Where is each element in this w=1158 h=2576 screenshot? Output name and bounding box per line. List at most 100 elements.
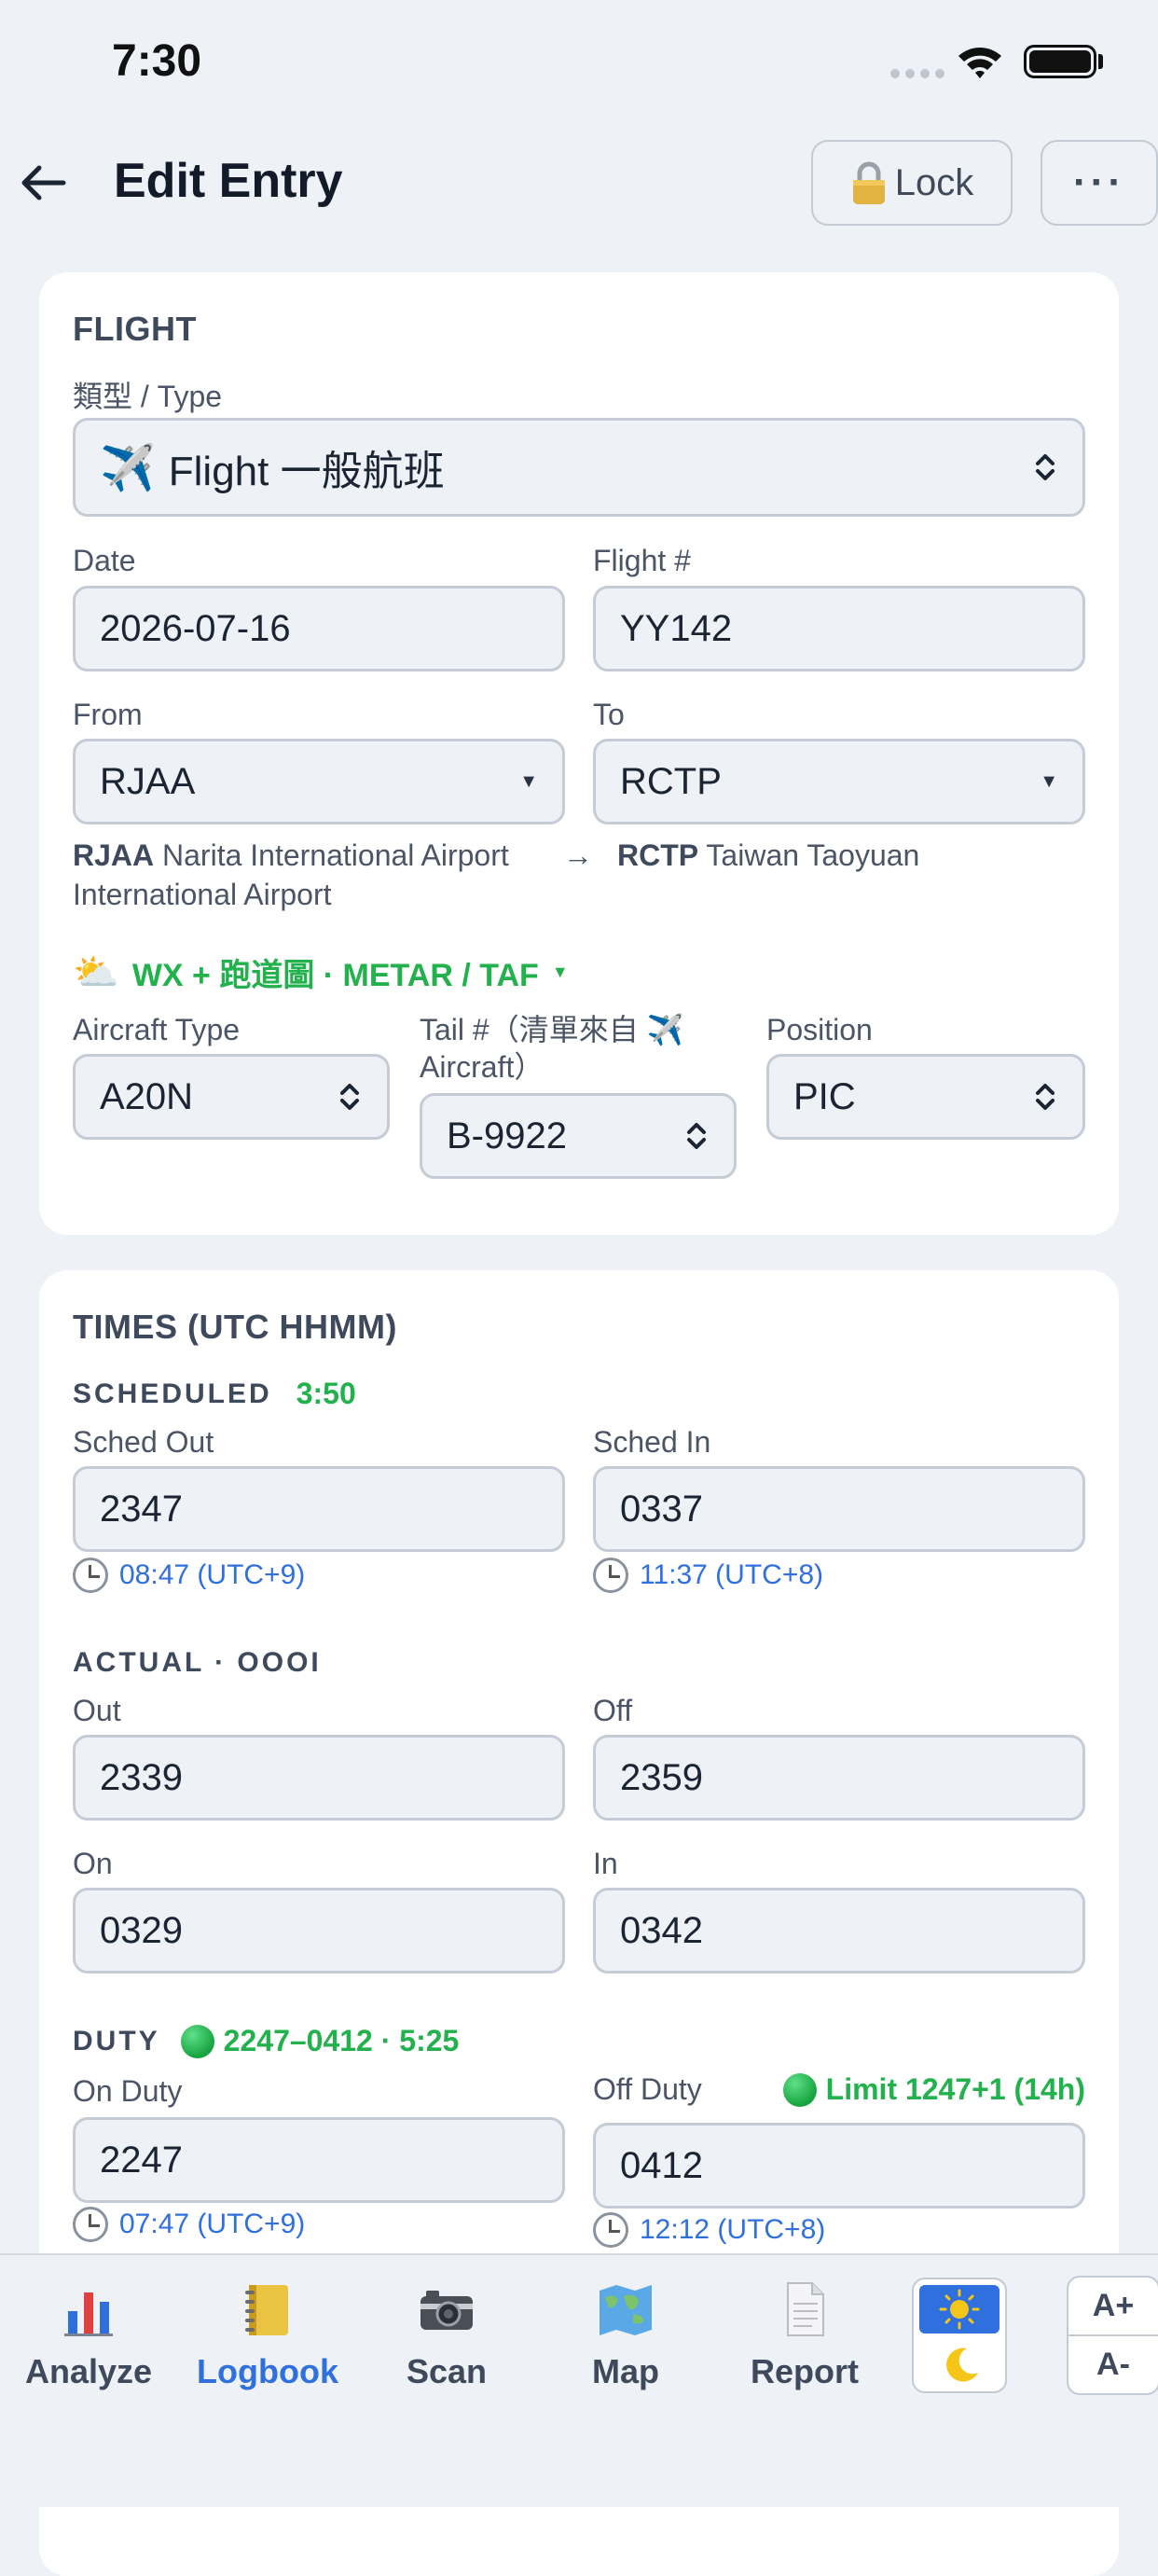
in-value: 0342 (620, 1909, 703, 1951)
ellipsis-icon: ··· (1073, 159, 1125, 205)
on-field[interactable]: 0329 (73, 1888, 565, 1974)
lock-label: Lock (894, 161, 974, 203)
on-duty-local: 07:47 (UTC+9) (73, 2207, 305, 2242)
wifi-icon (958, 48, 1001, 78)
flight-number-field[interactable]: YY142 (593, 586, 1085, 672)
font-decrease-button[interactable]: A- (1068, 2336, 1158, 2393)
tail-number-select[interactable]: B-9922 (420, 1093, 737, 1179)
back-arrow-icon[interactable] (17, 157, 69, 209)
route-to: RCTP Taiwan Taoyuan (617, 836, 919, 875)
scheduled-title: SCHEDULED (73, 1378, 272, 1409)
lock-button[interactable]: Lock (811, 140, 1013, 226)
sun-icon (919, 2285, 999, 2334)
flight-number-label: Flight # (593, 544, 691, 577)
position-select[interactable]: PIC (766, 1054, 1085, 1140)
from-select[interactable]: RJAA ▼ (73, 739, 565, 824)
tab-logbook[interactable]: Logbook (179, 2279, 356, 2391)
tail-number-value: B-9922 (447, 1115, 567, 1156)
tail-label: Tail #（清單來自 ✈️ Aircraft） (420, 1011, 683, 1086)
tab-analyze[interactable]: Analyze (0, 2279, 177, 2391)
type-select[interactable]: ✈️ Flight 一般航班 (73, 418, 1085, 517)
in-label: In (593, 1847, 618, 1880)
caret-down-icon: ▼ (1040, 770, 1058, 792)
clock-icon (593, 1558, 628, 1593)
tab-report-label: Report (751, 2352, 859, 2390)
aircraft-type-label: Aircraft Type (73, 1013, 241, 1046)
tab-analyze-label: Analyze (24, 2352, 153, 2390)
font-increase-button[interactable]: A+ (1068, 2278, 1158, 2334)
caret-down-icon: ▼ (519, 770, 538, 792)
on-duty-field[interactable]: 2247 (73, 2117, 565, 2203)
out-value: 2339 (100, 1756, 183, 1798)
duty-summary: 2247–0412 · 5:25 (223, 2024, 460, 2057)
cellular-signal-icon (890, 69, 944, 78)
on-label: On (73, 1847, 113, 1880)
in-field[interactable]: 0342 (593, 1888, 1085, 1974)
sched-out-label: Sched Out (73, 1425, 214, 1459)
position-value: PIC (793, 1075, 856, 1117)
tab-map[interactable]: Map (537, 2279, 714, 2391)
on-duty-label: On Duty (73, 2074, 183, 2108)
type-value: Flight 一般航班 (168, 449, 445, 494)
tab-report[interactable]: Report (716, 2279, 893, 2391)
document-icon (787, 2282, 824, 2336)
sched-out-local: 08:47 (UTC+9) (73, 1558, 305, 1593)
to-value: RCTP (620, 760, 722, 802)
sched-out-local-time: 08:47 (UTC+9) (119, 1559, 306, 1590)
date-value: 2026-07-16 (100, 607, 291, 649)
off-label: Off (593, 1694, 633, 1727)
sched-in-field[interactable]: 0337 (593, 1466, 1085, 1552)
flight-number-value: YY142 (620, 607, 733, 649)
scheduled-header: SCHEDULED 3:50 (73, 1377, 356, 1411)
lock-icon (852, 161, 885, 204)
theme-toggle-button[interactable] (912, 2278, 1007, 2393)
tab-map-label: Map (592, 2352, 659, 2390)
page-title: Edit Entry (114, 154, 343, 208)
tab-scan[interactable]: Scan (358, 2279, 535, 2391)
sched-in-local-time: 11:37 (UTC+8) (640, 1559, 824, 1590)
sched-in-label: Sched In (593, 1425, 711, 1459)
caret-down-icon: ▼ (551, 963, 569, 981)
sched-out-field[interactable]: 2347 (73, 1466, 565, 1552)
tail-label-line2: Aircraft） (420, 1050, 545, 1084)
flight-section-title: FLIGHT (73, 310, 197, 348)
aircraft-type-value: A20N (100, 1075, 194, 1117)
battery-cap (1098, 54, 1103, 69)
weather-cloud-sun-icon: ⛅ (73, 952, 119, 993)
clock-icon (593, 2212, 628, 2248)
updown-chevron-icon (1036, 454, 1055, 480)
route-to-name: Taiwan Taoyuan (706, 838, 920, 872)
route-arrow: → (563, 838, 593, 872)
sched-out-value: 2347 (100, 1488, 183, 1530)
sched-in-value: 0337 (620, 1488, 703, 1530)
status-time: 7:30 (112, 36, 202, 86)
route-to-name-line2: International Airport (73, 878, 332, 911)
route-from-code: RJAA (73, 838, 155, 872)
more-options-button[interactable]: ··· (1041, 140, 1158, 226)
type-label: 類型 / Type (73, 380, 223, 413)
out-field[interactable]: 2339 (73, 1735, 565, 1821)
notebook-icon (245, 2285, 288, 2335)
tab-logbook-label: Logbook (197, 2352, 338, 2390)
moon-icon (946, 2347, 978, 2382)
tail-label-line1: Tail #（清單來自 ✈️ (420, 1013, 684, 1046)
route-from: RJAA Narita International Airport (73, 836, 509, 875)
to-label: To (593, 698, 625, 731)
on-duty-value: 2247 (100, 2139, 183, 2181)
from-value: RJAA (100, 760, 196, 802)
wx-toggle[interactable]: ⛅ WX + 跑道圖 · METAR / TAF ▼ (73, 949, 569, 995)
out-label: Out (73, 1694, 121, 1727)
route-from-name: Narita International Airport (162, 838, 509, 872)
font-size-control: A+ A- (1067, 2276, 1158, 2395)
actual-title: ACTUAL · OOOI (73, 1647, 322, 1678)
date-field[interactable]: 2026-07-16 (73, 586, 565, 672)
camera-icon (420, 2291, 473, 2330)
off-duty-local-time: 12:12 (UTC+8) (640, 2214, 826, 2245)
off-value: 2359 (620, 1756, 703, 1798)
to-select[interactable]: RCTP ▼ (593, 739, 1085, 824)
aircraft-type-select[interactable]: A20N (73, 1054, 390, 1140)
battery-icon (1024, 45, 1096, 78)
off-field[interactable]: 2359 (593, 1735, 1085, 1821)
on-value: 0329 (100, 1909, 183, 1951)
off-duty-field[interactable]: 0412 (593, 2123, 1085, 2209)
